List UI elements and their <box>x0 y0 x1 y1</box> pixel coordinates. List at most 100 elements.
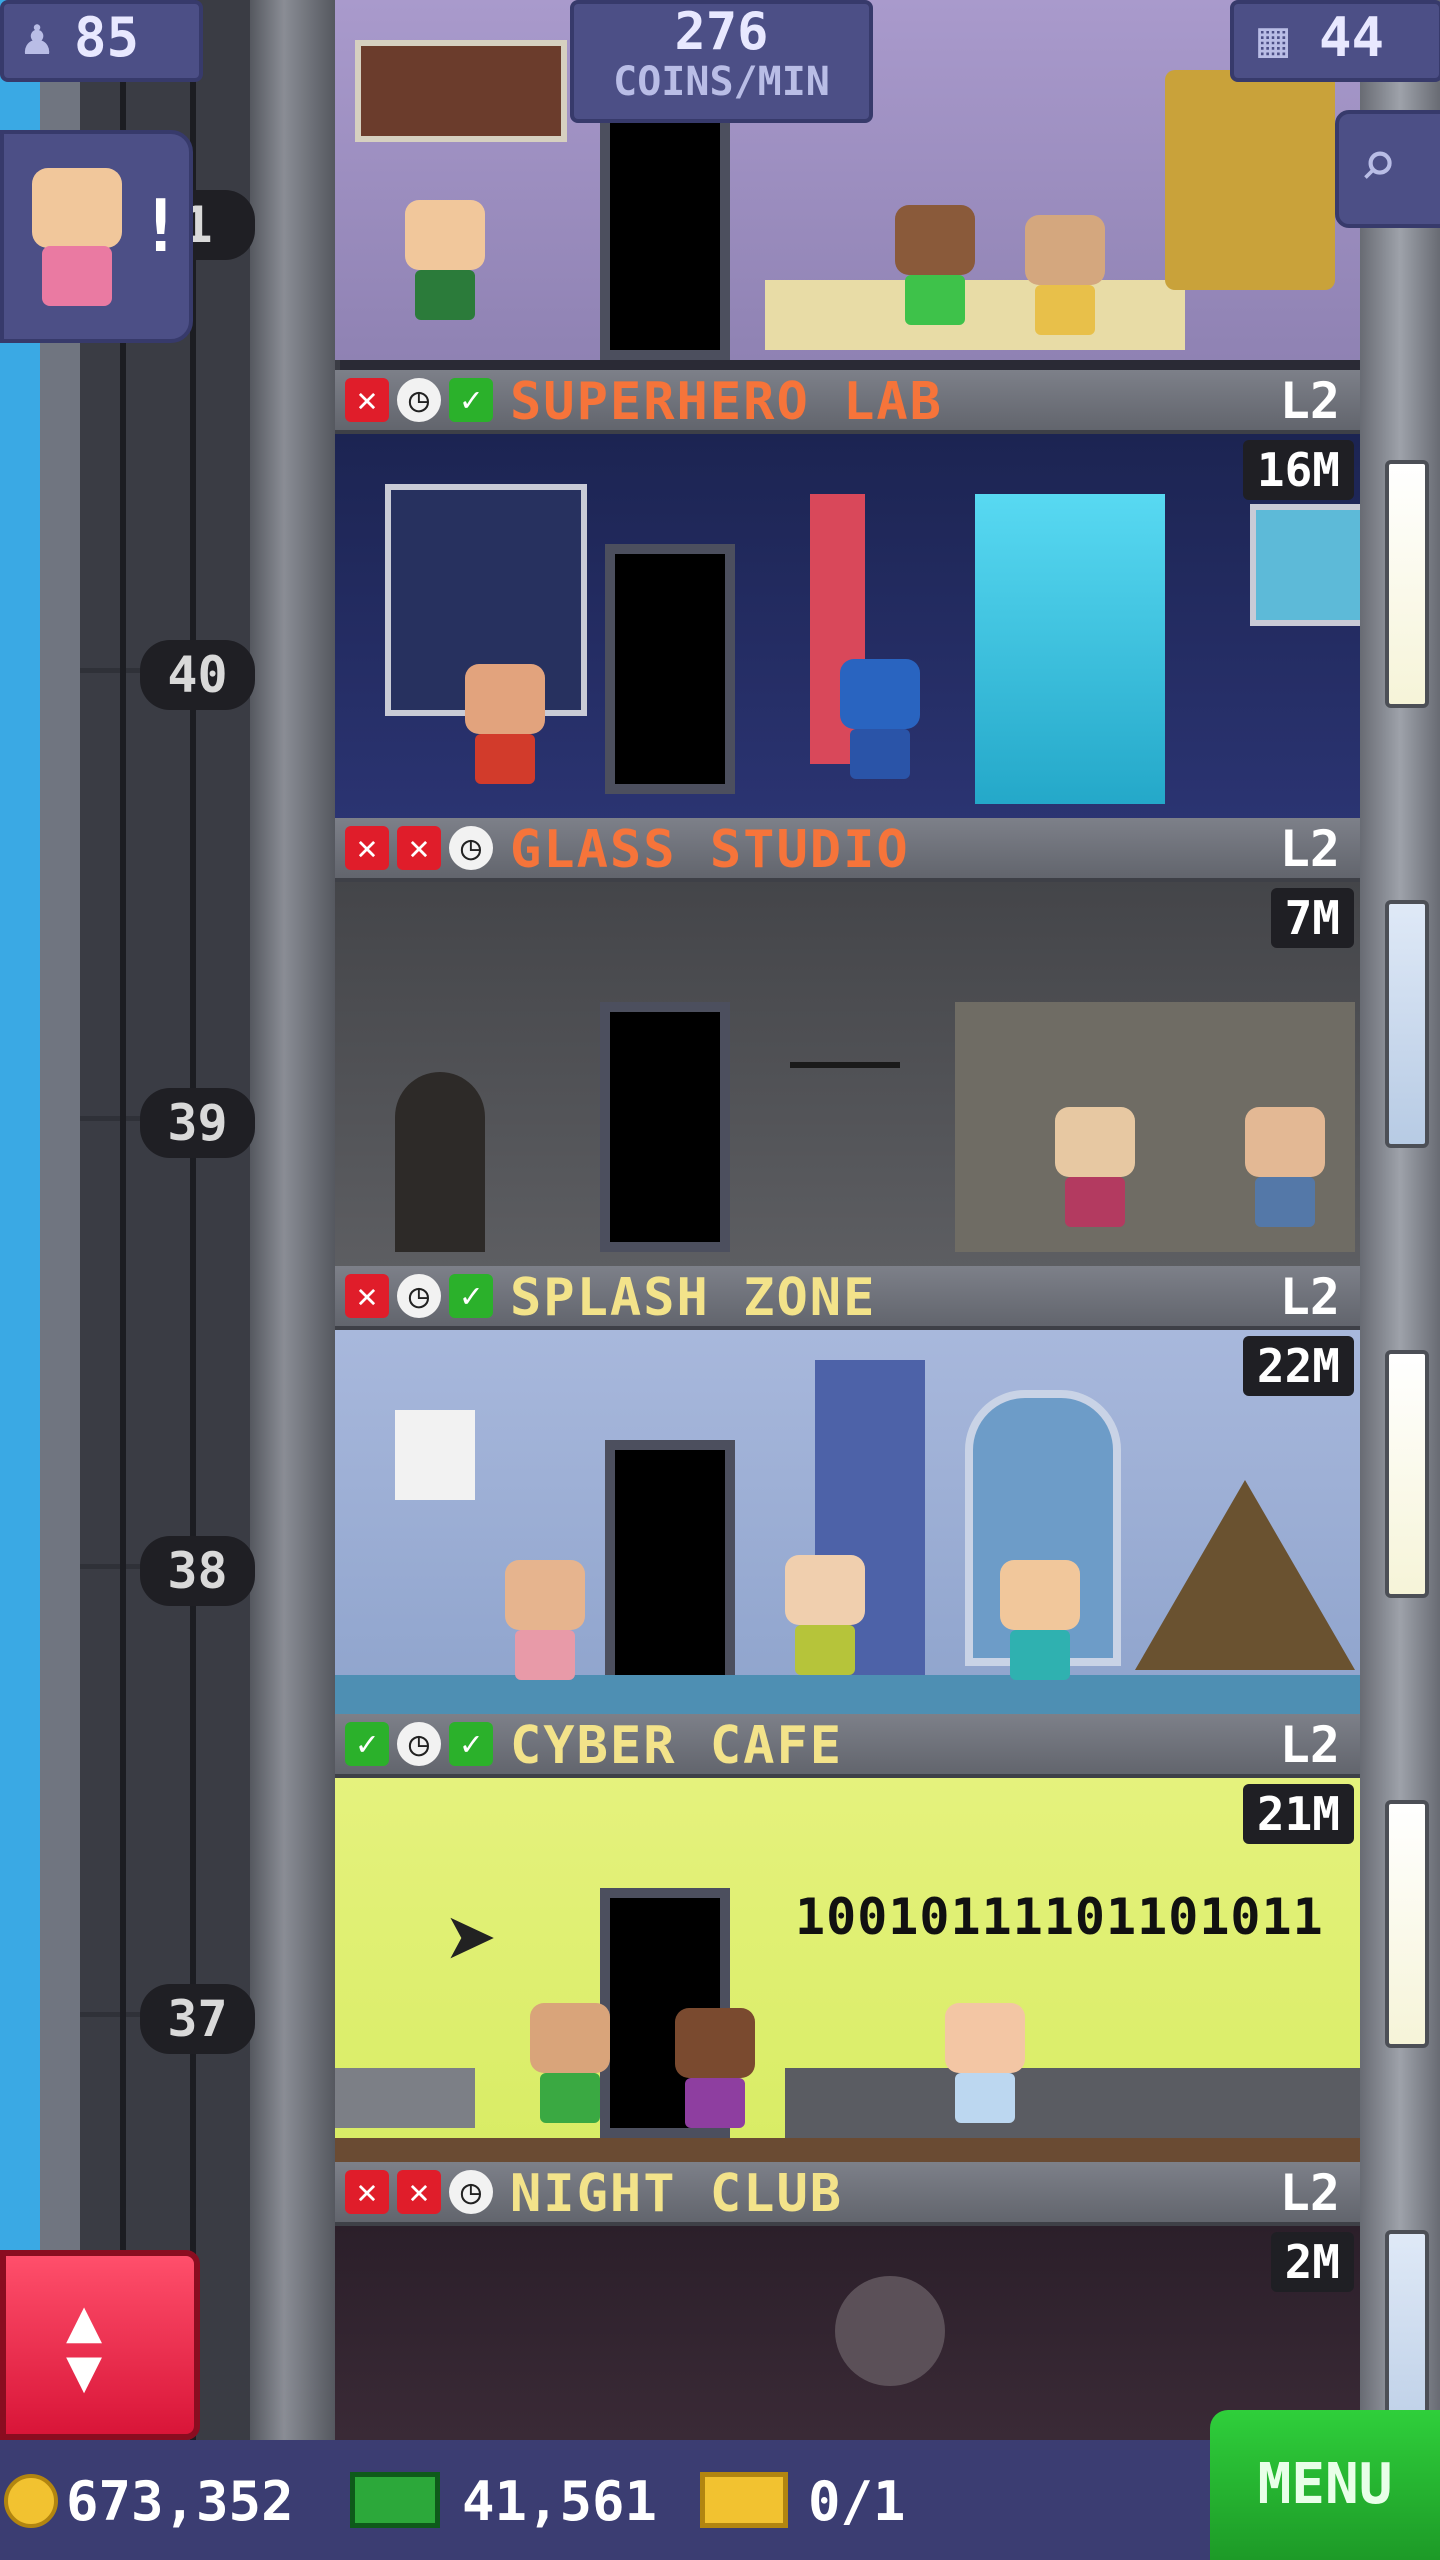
population-value: 85 <box>74 6 140 69</box>
pool-edge <box>335 1675 1360 1718</box>
shaft-floor-number: 40 <box>140 640 255 710</box>
counter <box>335 2068 475 2128</box>
world-map <box>1250 504 1360 626</box>
notice-poster <box>395 1410 475 1500</box>
shaft-floor-number: 39 <box>140 1088 255 1158</box>
magnifier-icon: ⌕ <box>1359 128 1398 202</box>
tower-window <box>1385 460 1429 708</box>
coins-value[interactable]: 673,352 <box>66 2470 294 2533</box>
visitor-avatar <box>32 168 122 248</box>
floor-level: L2 <box>1279 372 1340 430</box>
check-icon: ✓ <box>449 378 493 422</box>
resident[interactable] <box>1055 1107 1135 1227</box>
clock-icon: ◷ <box>397 1274 441 1318</box>
tower-window <box>1385 1350 1429 1598</box>
floor-label-glass-studio[interactable]: ✕ ✕ ◷ GLASS STUDIO L2 <box>335 818 1360 882</box>
floor-status: ✓ ◷ ✓ <box>345 1722 493 1766</box>
x-icon: ✕ <box>397 826 441 870</box>
x-icon: ✕ <box>345 378 389 422</box>
price-tag: 16M <box>1242 440 1354 500</box>
counter <box>765 280 1185 350</box>
clock-icon: ◷ <box>397 378 441 422</box>
shaft-floor-number: 37 <box>140 1984 255 2054</box>
floors-value: 44 <box>1319 6 1385 69</box>
shaft-cable <box>190 0 196 2440</box>
vat <box>1165 70 1335 290</box>
price-tag: 2M <box>1270 2232 1354 2292</box>
check-icon: ✓ <box>449 1274 493 1318</box>
tower-right-wall <box>1360 0 1440 2440</box>
coins-per-min-value: 276 <box>674 2 769 62</box>
resident[interactable] <box>840 659 920 779</box>
floor-name: CYBER CAFE <box>510 1716 844 1776</box>
x-icon: ✕ <box>345 1274 389 1318</box>
elevator-button[interactable]: ▲ ▼ <box>0 2250 200 2440</box>
slide-pyramid <box>1135 1480 1355 1670</box>
floor-level: L2 <box>1279 820 1340 878</box>
floor-level: L2 <box>1279 2164 1340 2222</box>
floor-label-superhero-lab[interactable]: ✕ ◷ ✓ SUPERHERO LAB L2 <box>335 370 1360 434</box>
floor-name: SPLASH ZONE <box>510 1268 877 1328</box>
room-door <box>605 544 735 794</box>
room-glass-studio[interactable]: 7M <box>335 882 1360 1270</box>
coin-icon <box>4 2474 58 2528</box>
room-night-club[interactable]: 2M <box>335 2226 1360 2440</box>
clock-icon: ◷ <box>397 1722 441 1766</box>
resident[interactable] <box>465 664 545 784</box>
room-door <box>605 1440 735 1690</box>
shelf <box>355 40 567 142</box>
x-icon: ✕ <box>397 2170 441 2214</box>
floor-label-cyber-cafe[interactable]: ✓ ◷ ✓ CYBER CAFE L2 <box>335 1714 1360 1778</box>
kiln <box>395 1072 485 1252</box>
hologram-projector <box>975 494 1165 804</box>
menu-button[interactable]: MENU <box>1210 2410 1440 2560</box>
person-icon: ♟ <box>22 8 53 66</box>
resident[interactable] <box>895 205 975 325</box>
price-tag: 22M <box>1242 1336 1354 1396</box>
floor-name: SUPERHERO LAB <box>510 372 943 432</box>
floor-label-night-club[interactable]: ✕ ✕ ◷ NIGHT CLUB L2 <box>335 2162 1360 2226</box>
tool-rack <box>790 1062 900 1148</box>
resident[interactable] <box>1000 1560 1080 1680</box>
room-splash-zone[interactable]: 22M <box>335 1330 1360 1718</box>
floor-status: ✕ ✕ ◷ <box>345 2170 493 2214</box>
clock-icon: ◷ <box>449 826 493 870</box>
resident[interactable] <box>785 1555 865 1675</box>
x-icon: ✕ <box>345 826 389 870</box>
floors-counter[interactable]: ▦ 44 <box>1230 0 1440 82</box>
floor-status: ✕ ✕ ◷ <box>345 826 493 870</box>
resident[interactable] <box>1025 215 1105 335</box>
search-button[interactable]: ⌕ <box>1335 110 1440 228</box>
disco-ball <box>835 2276 945 2386</box>
visitor-alert-button[interactable]: ! <box>0 130 193 343</box>
shaft-cable <box>120 0 126 2440</box>
resident[interactable] <box>530 2003 610 2123</box>
floor-label-splash-zone[interactable]: ✕ ◷ ✓ SPLASH ZONE L2 <box>335 1266 1360 1330</box>
alert-mark: ! <box>139 184 183 268</box>
up-down-arrows-icon: ▲ ▼ <box>66 2286 103 2406</box>
tickets-value[interactable]: 0/1 <box>808 2470 906 2533</box>
clock-icon: ◷ <box>449 2170 493 2214</box>
price-tag: 21M <box>1242 1784 1354 1844</box>
resident[interactable] <box>505 1560 585 1680</box>
resident[interactable] <box>945 2003 1025 2123</box>
shaft-rail <box>40 0 80 2440</box>
coins-per-min-label: COINS/MIN <box>613 59 830 105</box>
binary-sign: 10010111101101011 <box>795 1888 1324 1946</box>
ticket-icon <box>700 2472 788 2528</box>
resident[interactable] <box>1245 1107 1325 1227</box>
check-icon: ✓ <box>449 1722 493 1766</box>
floor-level: L2 <box>1279 1716 1340 1774</box>
population-counter[interactable]: ♟ 85 <box>0 0 203 82</box>
floor-status: ✕ ◷ ✓ <box>345 378 493 422</box>
resident[interactable] <box>405 200 485 320</box>
computer-desks <box>785 2068 1360 2138</box>
room-door <box>600 110 730 360</box>
bux-value[interactable]: 41,561 <box>462 2470 657 2533</box>
tower-window <box>1385 1800 1429 2048</box>
floor-level: L2 <box>1279 1268 1340 1326</box>
room-cyber-cafe[interactable]: 21M ➤ 10010111101101011 <box>335 1778 1360 2166</box>
resident[interactable] <box>675 2008 755 2128</box>
room-superhero-lab[interactable]: 16M <box>335 434 1360 822</box>
coins-per-min-panel[interactable]: 276 COINS/MIN <box>570 0 873 123</box>
